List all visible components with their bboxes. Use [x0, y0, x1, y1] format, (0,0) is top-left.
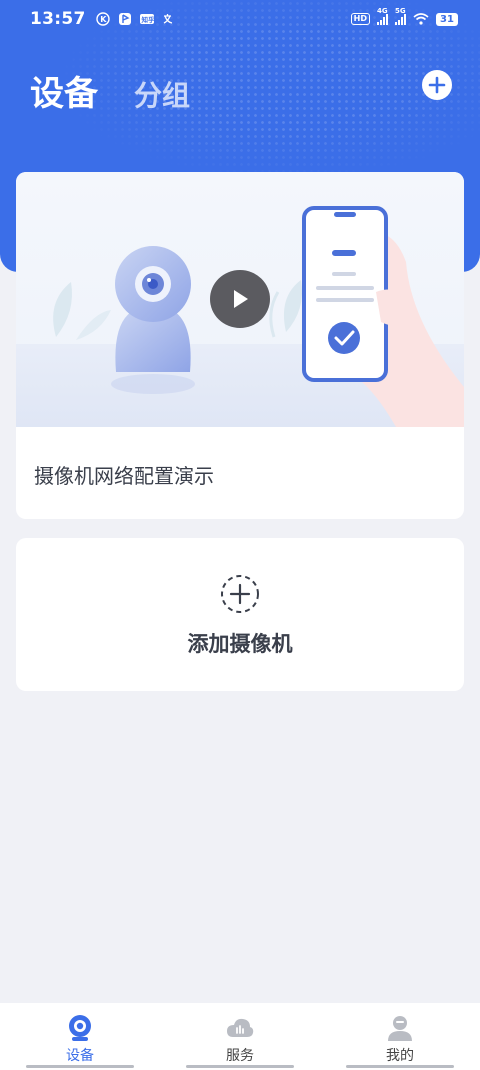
add-camera-card[interactable]: 添加摄像机 [16, 538, 464, 691]
plus-circle-icon [428, 76, 446, 94]
signal-4g-icon: 4G [377, 7, 388, 25]
translate-app-icon [163, 14, 172, 24]
play-button[interactable] [210, 270, 270, 328]
status-time: 13:57 [30, 9, 86, 29]
nav-underline [26, 1065, 134, 1068]
nav-item-profile[interactable]: 我的 [320, 1003, 480, 1070]
svg-text:知乎: 知乎 [141, 15, 154, 24]
svg-text:K: K [100, 15, 107, 24]
nav-item-services[interactable]: 服务 [160, 1003, 320, 1070]
nav-label-profile: 我的 [386, 1048, 414, 1064]
hd-badge: HD [350, 13, 370, 25]
signal-5g-icon: 5G [395, 7, 406, 25]
notification-icons: K 知乎 [95, 12, 176, 26]
demo-video-card[interactable]: 摄像机网络配置演示 [16, 172, 464, 519]
camera-icon [69, 1015, 91, 1041]
net-4g-label: 4G [377, 7, 388, 15]
wifi-icon [413, 13, 429, 25]
add-camera-label: 添加摄像机 [187, 632, 293, 656]
play-icon [234, 290, 248, 308]
net-5g-label: 5G [395, 7, 406, 15]
nav-label-services: 服务 [226, 1048, 254, 1064]
demo-caption: 摄像机网络配置演示 [34, 464, 214, 488]
nav-underline [346, 1065, 454, 1068]
zhihu-app-icon: 知乎 [139, 14, 154, 24]
nav-label-devices: 设备 [66, 1048, 94, 1064]
battery-indicator: 31 [436, 12, 458, 26]
tab-groups[interactable]: 分组 [134, 74, 190, 114]
nav-underline [186, 1065, 294, 1068]
k-app-icon: K [95, 12, 110, 26]
bottom-navigation: 设备 服务 我的 [0, 1003, 480, 1070]
dashed-plus-icon [221, 575, 259, 613]
flag-app-icon [118, 13, 131, 25]
user-icon [388, 1016, 412, 1041]
add-device-button[interactable] [422, 70, 452, 100]
title-tabs: 设备 分组 [30, 66, 190, 115]
tab-devices[interactable]: 设备 [30, 66, 98, 115]
status-bar: 13:57 K 知乎 HD 4G 5G 31 [0, 0, 480, 38]
nav-item-devices[interactable]: 设备 [0, 1003, 160, 1070]
status-right-icons: HD 4G 5G 31 [350, 7, 458, 26]
cloud-icon [227, 1018, 254, 1037]
